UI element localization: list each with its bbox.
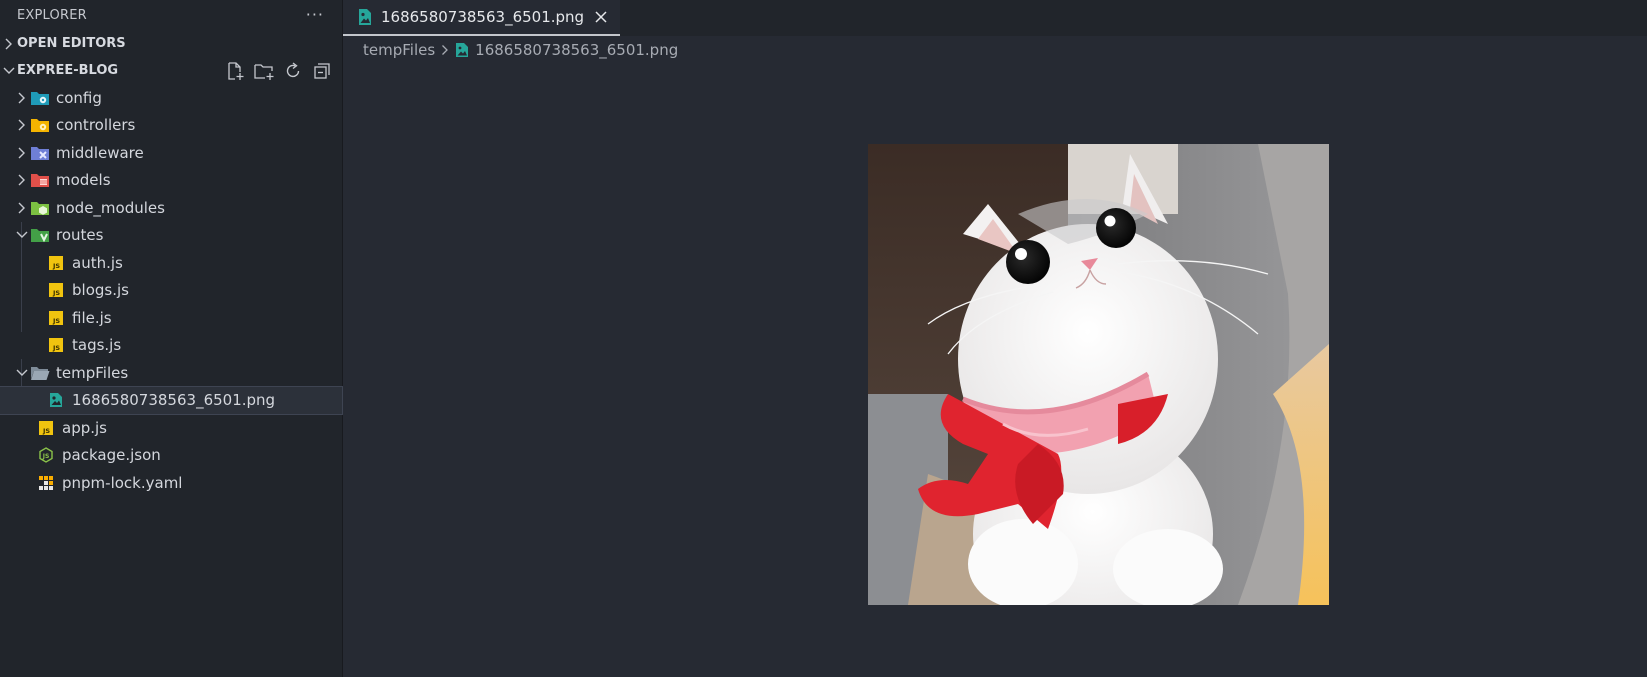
explorer-header: EXPLORER ··· <box>0 0 342 30</box>
folder-config-icon <box>30 89 50 107</box>
chevron-right-icon <box>14 200 30 216</box>
project-label: EXPREE-BLOG <box>17 63 119 78</box>
tree-folder-node-modules[interactable]: node_modules <box>0 194 342 222</box>
chevron-right-icon <box>14 145 30 161</box>
tree-folder-models[interactable]: models <box>0 167 342 195</box>
tree-label: node_modules <box>56 198 165 217</box>
svg-text:JS: JS <box>42 453 50 460</box>
editor-area: 1686580738563_6501.png tempFiles 1686580… <box>343 0 1647 677</box>
chevron-right-icon <box>441 44 449 56</box>
tree-label: tags.js <box>72 336 122 355</box>
tree-label: controllers <box>56 116 136 135</box>
chevron-down-icon <box>0 66 17 76</box>
tree-label: auth.js <box>72 253 123 272</box>
js-file-icon: JS <box>46 254 66 272</box>
new-folder-icon[interactable] <box>253 60 275 82</box>
close-icon[interactable] <box>592 8 610 26</box>
tab-label: 1686580738563_6501.png <box>381 8 585 26</box>
more-actions-icon[interactable]: ··· <box>306 7 324 23</box>
image-viewer <box>343 64 1647 677</box>
tree-label: tempFiles <box>56 363 129 382</box>
tree-file-png-selected[interactable]: 1686580738563_6501.png <box>0 385 343 415</box>
cat-photo-illustration <box>868 144 1329 605</box>
js-file-icon: JS <box>46 336 66 354</box>
file-tree: config controllers middleware models nod… <box>0 84 343 497</box>
tree-label: app.js <box>62 418 107 437</box>
chevron-down-icon <box>14 227 30 243</box>
svg-text:JS: JS <box>42 427 50 435</box>
tree-folder-controllers[interactable]: controllers <box>0 112 342 140</box>
refresh-icon[interactable] <box>282 60 304 82</box>
js-file-icon: JS <box>46 309 66 327</box>
nodejs-icon: JS <box>36 446 56 464</box>
image-file-icon <box>455 42 469 58</box>
chevron-right-icon <box>14 117 30 133</box>
collapse-all-icon[interactable] <box>311 60 333 82</box>
tree-folder-tempfiles[interactable]: tempFiles <box>0 359 342 387</box>
svg-text:JS: JS <box>52 262 60 270</box>
chevron-right-icon <box>14 172 30 188</box>
open-editors-section[interactable]: OPEN EDITORS <box>0 30 342 57</box>
tree-label: blogs.js <box>72 281 129 300</box>
project-section[interactable]: EXPREE-BLOG <box>0 57 342 84</box>
tree-label: models <box>56 171 111 190</box>
tree-file-pnpm-lock[interactable]: pnpm-lock.yaml <box>0 469 342 497</box>
tree-file-file[interactable]: JS file.js <box>0 304 342 332</box>
tree-file-package-json[interactable]: JS package.json <box>0 442 342 470</box>
tree-file-blogs[interactable]: JS blogs.js <box>0 277 342 305</box>
tree-label: file.js <box>72 308 112 327</box>
tree-folder-config[interactable]: config <box>0 84 342 112</box>
open-editors-label: OPEN EDITORS <box>17 36 126 51</box>
chevron-right-icon <box>0 38 17 50</box>
tab-image-file[interactable]: 1686580738563_6501.png <box>343 0 621 36</box>
js-file-icon: JS <box>46 281 66 299</box>
chevron-down-icon <box>14 365 30 381</box>
explorer-title: EXPLORER <box>17 7 87 23</box>
folder-models-icon <box>30 171 50 189</box>
pnpm-icon <box>36 474 56 492</box>
breadcrumb-folder[interactable]: tempFiles <box>363 41 435 59</box>
folder-node-icon <box>30 199 50 217</box>
tree-label: 1686580738563_6501.png <box>72 391 276 410</box>
folder-routes-open-icon <box>30 226 50 244</box>
tree-folder-middleware[interactable]: middleware <box>0 139 342 167</box>
new-file-icon[interactable] <box>224 60 246 82</box>
vscode-window: EXPLORER ··· OPEN EDITORS EXPREE-BLOG co… <box>0 0 1647 677</box>
folder-open-icon <box>30 364 50 382</box>
chevron-right-icon <box>14 90 30 106</box>
tree-file-tags[interactable]: JS tags.js <box>0 332 342 360</box>
tree-file-auth[interactable]: JS auth.js <box>0 249 342 277</box>
image-file-icon <box>357 8 373 26</box>
tree-label: pnpm-lock.yaml <box>62 473 183 492</box>
svg-text:JS: JS <box>52 344 60 352</box>
tree-label: package.json <box>62 446 161 465</box>
tree-label: config <box>56 88 102 107</box>
svg-text:JS: JS <box>52 317 60 325</box>
folder-controllers-icon <box>30 116 50 134</box>
tree-label: middleware <box>56 143 144 162</box>
breadcrumb: tempFiles 1686580738563_6501.png <box>343 36 1647 64</box>
tree-file-app[interactable]: JS app.js <box>0 414 342 442</box>
tree-label: routes <box>56 226 104 245</box>
tab-bar: 1686580738563_6501.png <box>343 0 1647 36</box>
tree-folder-routes[interactable]: routes <box>0 222 342 250</box>
js-file-icon: JS <box>36 419 56 437</box>
image-file-icon <box>46 391 66 409</box>
folder-middleware-icon <box>30 144 50 162</box>
project-actions <box>224 60 342 82</box>
cat-photo[interactable] <box>868 144 1329 605</box>
breadcrumb-file[interactable]: 1686580738563_6501.png <box>475 41 678 59</box>
svg-text:JS: JS <box>52 289 60 297</box>
explorer-sidebar: EXPLORER ··· OPEN EDITORS EXPREE-BLOG co… <box>0 0 343 677</box>
